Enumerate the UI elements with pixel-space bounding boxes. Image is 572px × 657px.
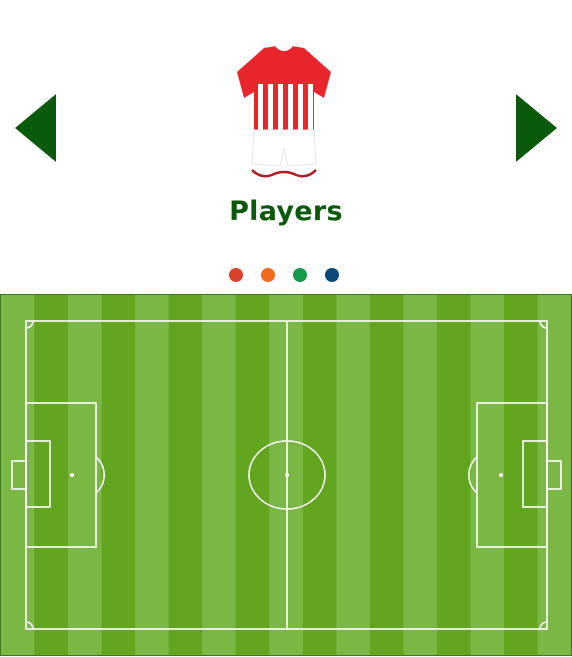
football-pitch [0, 294, 572, 656]
pager-dots [229, 268, 339, 282]
section-title: Players [229, 196, 343, 227]
pager-dot-4[interactable] [325, 268, 339, 282]
prev-arrow-icon[interactable] [15, 94, 56, 162]
pager-dot-2[interactable] [261, 268, 275, 282]
jersey-icon [237, 45, 331, 178]
next-arrow-icon[interactable] [516, 94, 557, 162]
pager-dot-1[interactable] [229, 268, 243, 282]
pager-dot-3[interactable] [293, 268, 307, 282]
football-pitch-icon [1, 295, 571, 655]
